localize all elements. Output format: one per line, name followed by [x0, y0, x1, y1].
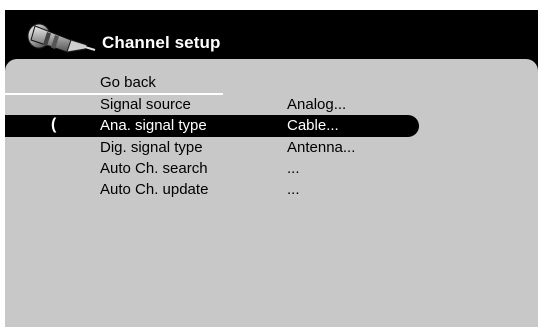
menu-item-label: Auto Ch. search	[100, 160, 208, 177]
menu-item-value: Antenna...	[287, 139, 356, 156]
menu-item-signal-source[interactable]: Signal source Analog...	[5, 94, 538, 115]
page-title: Channel setup	[102, 33, 221, 52]
selection-marker-icon: (	[51, 116, 57, 133]
menu-item-value: Analog...	[287, 96, 347, 113]
channel-setup-screen: Channel setup Go back Signal source Anal…	[5, 10, 538, 327]
menu-item-label: Go back	[100, 74, 156, 91]
menu-item-label: Signal source	[100, 96, 191, 113]
menu-item-go-back[interactable]: Go back	[5, 72, 538, 93]
menu-panel: Go back Signal source Analog... ( Ana. s…	[5, 59, 538, 327]
menu-item-ana-signal-type[interactable]: ( Ana. signal type Cable...	[5, 115, 538, 137]
menu-item-value: Cable...	[287, 117, 339, 134]
antenna-connector-icon	[25, 18, 97, 63]
menu-item-auto-ch-search[interactable]: Auto Ch. search ...	[5, 158, 538, 179]
menu-item-auto-ch-update[interactable]: Auto Ch. update ...	[5, 179, 538, 200]
menu-item-label: Dig. signal type	[100, 139, 203, 156]
selection-highlight	[5, 115, 419, 137]
menu-item-dig-signal-type[interactable]: Dig. signal type Antenna...	[5, 137, 538, 158]
menu-item-label: Ana. signal type	[100, 117, 207, 134]
menu-item-value: ...	[287, 160, 300, 177]
menu-item-value: ...	[287, 181, 300, 198]
menu-header: Channel setup	[5, 10, 538, 60]
menu-item-label: Auto Ch. update	[100, 181, 209, 198]
